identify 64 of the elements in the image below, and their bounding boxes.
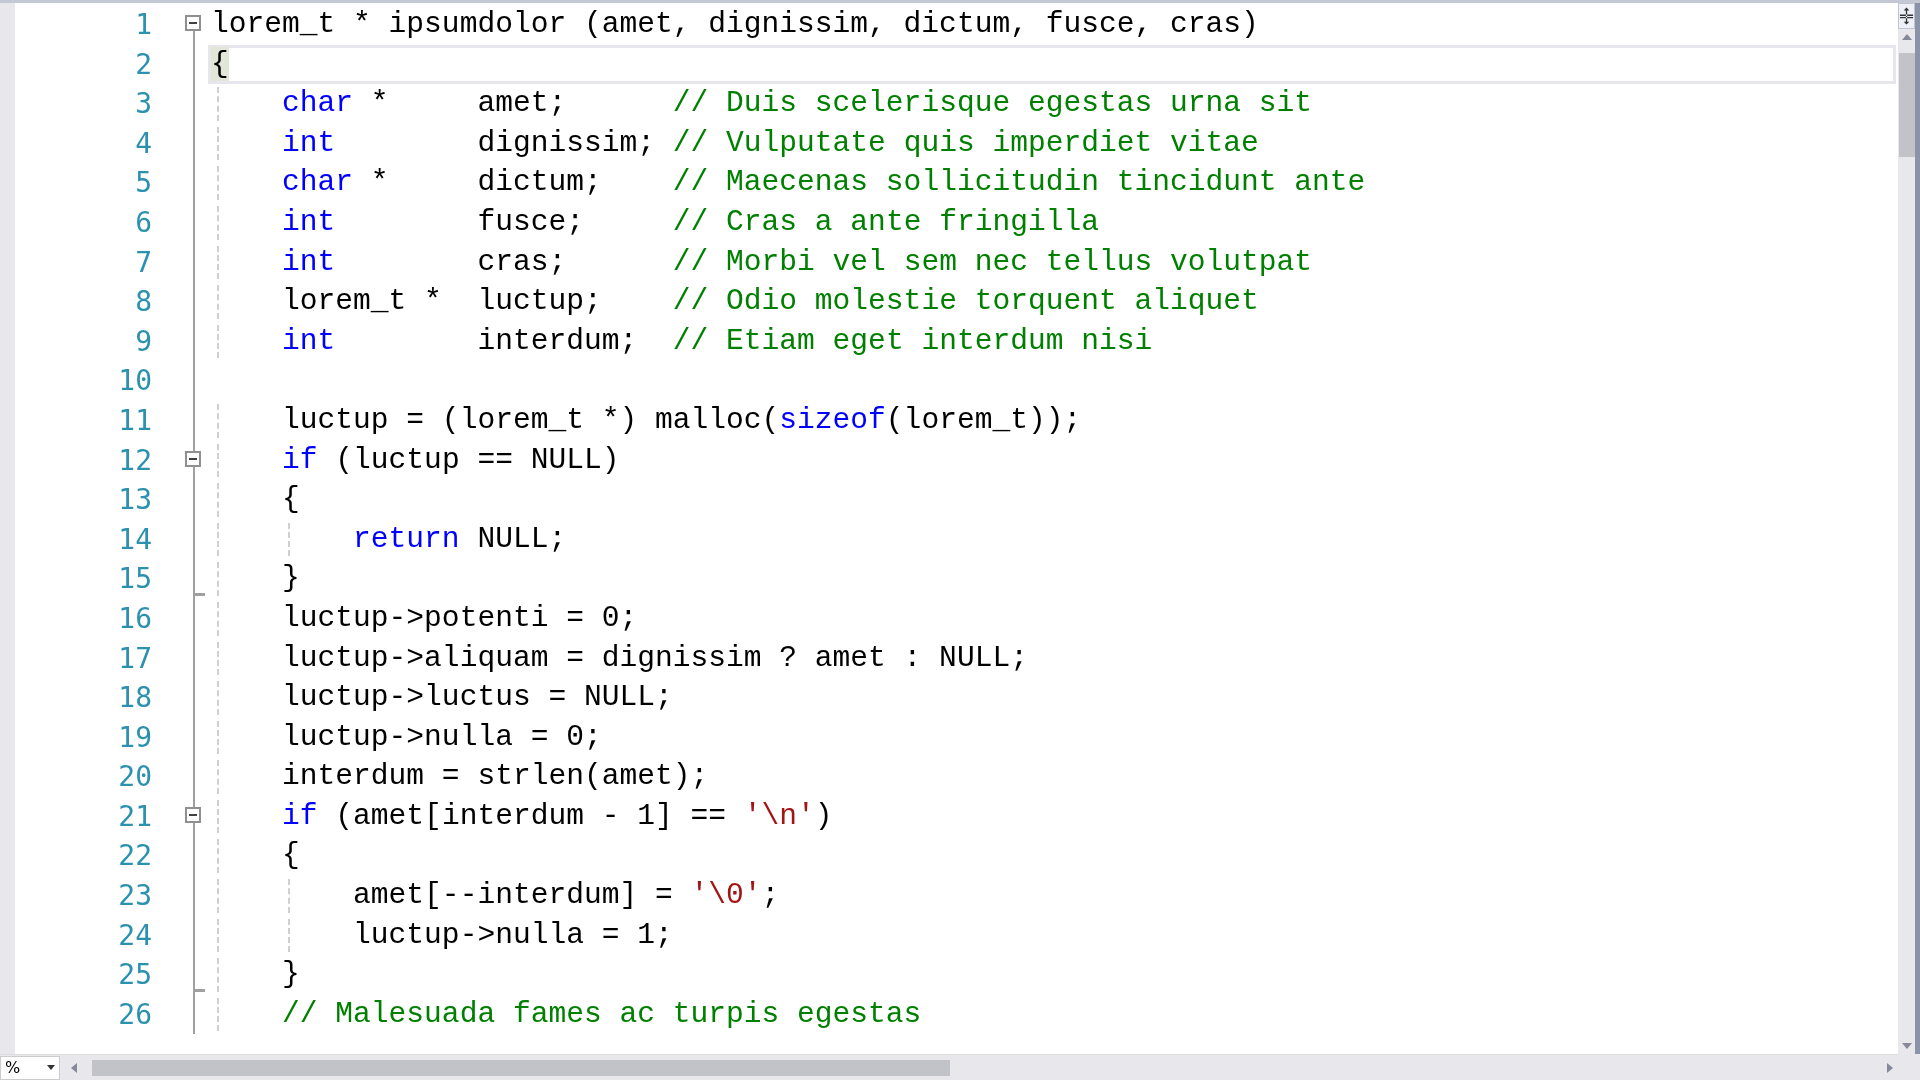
code-line: { (281, 837, 300, 875)
down-arrow-icon (1900, 1042, 1913, 1050)
code-line: amet[--interdum] = '\0'; (352, 877, 780, 915)
collapse-toggle[interactable] (185, 15, 201, 31)
line-number: 1 (134, 7, 153, 43)
line-number: 4 (134, 125, 153, 162)
code-line: luctup->aliquam = dignissim ? amet : NULL; (281, 639, 1028, 677)
line-number: 20 (117, 759, 153, 796)
code-line: luctup->nulla = 1; (352, 916, 673, 954)
code-line: interdum = strlen(amet); (281, 758, 709, 796)
scrollbar-thumb[interactable] (92, 1059, 950, 1076)
line-number: 3 (134, 86, 153, 123)
code-line: luctup->luctus = NULL; (281, 679, 673, 717)
line-number: 9 (134, 323, 153, 360)
line-number: 18 (117, 680, 153, 717)
line-number: 23 (117, 878, 153, 915)
line-number: 21 (117, 798, 153, 835)
code-line: lorem_t * luctup; // Odio molestie torquent aliquet (281, 283, 1259, 321)
code-line: int interdum; // Etiam eget interdum nisi (281, 322, 1153, 360)
code-line: // Malesuada fames ac turpis egestas (281, 995, 922, 1033)
code-line: luctup = (lorem_t *) malloc(sizeof(lorem_t)); (281, 401, 1082, 439)
line-number: 22 (117, 838, 153, 875)
code-line: { (281, 481, 300, 519)
line-number: 7 (134, 244, 153, 281)
line-number: 6 (134, 204, 153, 241)
line-number: 13 (117, 482, 153, 519)
minus-icon (189, 19, 197, 27)
code-line: int fusce; // Cras a ante fringilla (281, 203, 1099, 241)
line-number: 19 (117, 719, 153, 756)
caret-icon (47, 1065, 55, 1070)
collapse-toggle[interactable] (185, 806, 201, 823)
up-arrow-icon (1900, 33, 1913, 41)
zoom-dropdown[interactable]: % (0, 1055, 60, 1080)
line-number: 14 (117, 521, 153, 558)
line-number: 15 (117, 561, 153, 598)
code-line: if (amet[interdum - 1] == '\n') (281, 797, 833, 835)
code-line: } (281, 956, 300, 994)
line-number: 17 (117, 640, 153, 677)
collapse-toggle[interactable] (185, 450, 201, 467)
split-icon (1899, 6, 1914, 26)
code-line: luctup->potenti = 0; (281, 599, 638, 637)
left-arrow-icon (70, 1061, 78, 1074)
line-number: 11 (117, 402, 153, 439)
code-line: luctup->nulla = 0; (281, 718, 602, 756)
line-number: 16 (117, 600, 153, 637)
line-number: 25 (117, 957, 153, 994)
line-number: 12 (117, 442, 153, 479)
code-line: lorem_t * ipsumdolor (amet, dignissim, dictum, fusce, cras) (211, 6, 1259, 43)
scrollbar-thumb[interactable] (1898, 53, 1915, 157)
code-line: } (281, 560, 300, 598)
right-arrow-icon (1886, 1061, 1894, 1074)
code-line: if (luctup == NULL) (281, 441, 620, 479)
code-line: int dignissim; // Vulputate quis imperdiet vitae (281, 124, 1259, 162)
line-number: 5 (134, 165, 153, 202)
line-number: 8 (134, 284, 153, 321)
line-number: 24 (117, 917, 153, 954)
line-number: 10 (117, 363, 153, 400)
code-line: char * amet; // Duis scelerisque egestas urna sit (281, 85, 1313, 123)
line-number: 26 (117, 996, 153, 1033)
code-line: char * dictum; // Maecenas sollicitudin tincidunt ante (281, 164, 1366, 202)
line-number: 2 (134, 46, 153, 83)
code-line: return NULL; (352, 520, 567, 558)
split-editor-button[interactable] (1898, 3, 1915, 29)
code-line: int cras; // Morbi vel sem nec tellus volutpat (281, 243, 1313, 281)
